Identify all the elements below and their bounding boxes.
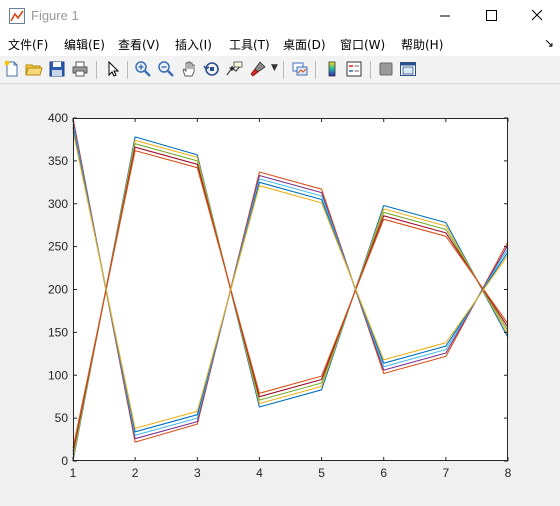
x-tick-label: 3	[194, 466, 201, 480]
y-tick-label: 350	[48, 154, 68, 168]
figure-window: Figure 1 文件(F) 编辑(E) 查看(V) 插入(I) 工具(T) 桌…	[0, 0, 560, 506]
dock-arrow-icon[interactable]: ↘	[544, 36, 554, 50]
insert-colorbar-icon[interactable]	[323, 60, 341, 78]
menu-file[interactable]: 文件(F)	[8, 36, 48, 53]
y-tick-label: 0	[61, 454, 68, 468]
maximize-button[interactable]	[468, 0, 514, 32]
hide-plot-tools-icon[interactable]	[377, 60, 395, 78]
menu-help[interactable]: 帮助(H)	[401, 36, 443, 53]
menu-bar: 文件(F) 编辑(E) 查看(V) 插入(I) 工具(T) 桌面(D) 窗口(W…	[0, 32, 560, 56]
zoom-in-icon[interactable]	[134, 60, 152, 78]
data-cursor-icon[interactable]	[226, 60, 244, 78]
minimize-icon	[440, 15, 450, 17]
menu-insert[interactable]: 插入(I)	[175, 36, 212, 53]
x-tick-label: 8	[505, 466, 512, 480]
insert-legend-icon[interactable]	[345, 60, 363, 78]
toolbar-separator	[96, 61, 97, 79]
close-icon	[531, 9, 543, 21]
new-figure-icon[interactable]	[3, 60, 21, 78]
link-plot-icon[interactable]	[291, 60, 309, 78]
save-icon[interactable]	[48, 60, 66, 78]
toolbar-separator	[283, 61, 284, 79]
title-bar[interactable]: Figure 1	[0, 0, 560, 32]
y-tick-label: 400	[48, 111, 68, 125]
maximize-icon	[486, 10, 497, 21]
x-tick-label: 7	[443, 466, 450, 480]
figure-canvas: 1 2 3 4 5 6 7 8 0 50 100 150 200 250 300 350 400	[0, 84, 560, 506]
brush-icon[interactable]	[249, 60, 267, 78]
menu-window[interactable]: 窗口(W)	[340, 36, 385, 53]
toolbar-separator	[127, 61, 128, 79]
y-tick-label: 50	[55, 411, 69, 425]
line-chart: 1 2 3 4 5 6 7 8 0 50 100 150 200 250 300 350 400	[48, 111, 512, 480]
figure-toolbar: ▼	[0, 57, 560, 84]
print-icon[interactable]	[71, 60, 89, 78]
minimize-button[interactable]	[422, 0, 468, 32]
close-button[interactable]	[514, 0, 560, 32]
y-tick-label: 300	[48, 197, 68, 211]
y-tick-label: 250	[48, 240, 68, 254]
matlab-figure-icon	[9, 8, 25, 24]
pan-icon[interactable]	[180, 60, 198, 78]
x-tick-label: 6	[380, 466, 387, 480]
toolbar-separator	[315, 61, 316, 79]
window-title: Figure 1	[31, 8, 79, 23]
chevron-down-icon[interactable]: ▼	[271, 63, 278, 73]
x-tick-label: 2	[132, 466, 139, 480]
x-tick-label: 4	[256, 466, 263, 480]
rotate-3d-icon[interactable]	[203, 60, 221, 78]
x-tick-label: 1	[70, 466, 77, 480]
open-file-icon[interactable]	[25, 60, 43, 78]
zoom-out-icon[interactable]	[157, 60, 175, 78]
y-tick-label: 100	[48, 368, 68, 382]
y-tick-label: 150	[48, 325, 68, 339]
edit-plot-icon[interactable]	[104, 60, 122, 78]
axes-background	[73, 118, 508, 461]
menu-edit[interactable]: 编辑(E)	[64, 36, 105, 53]
menu-view[interactable]: 查看(V)	[118, 36, 160, 53]
menu-desktop[interactable]: 桌面(D)	[283, 36, 326, 53]
show-plot-tools-icon[interactable]	[399, 60, 417, 78]
x-tick-label: 5	[318, 466, 325, 480]
toolbar-separator	[370, 61, 371, 79]
menu-tools[interactable]: 工具(T)	[229, 36, 270, 53]
y-tick-label: 200	[48, 283, 68, 297]
